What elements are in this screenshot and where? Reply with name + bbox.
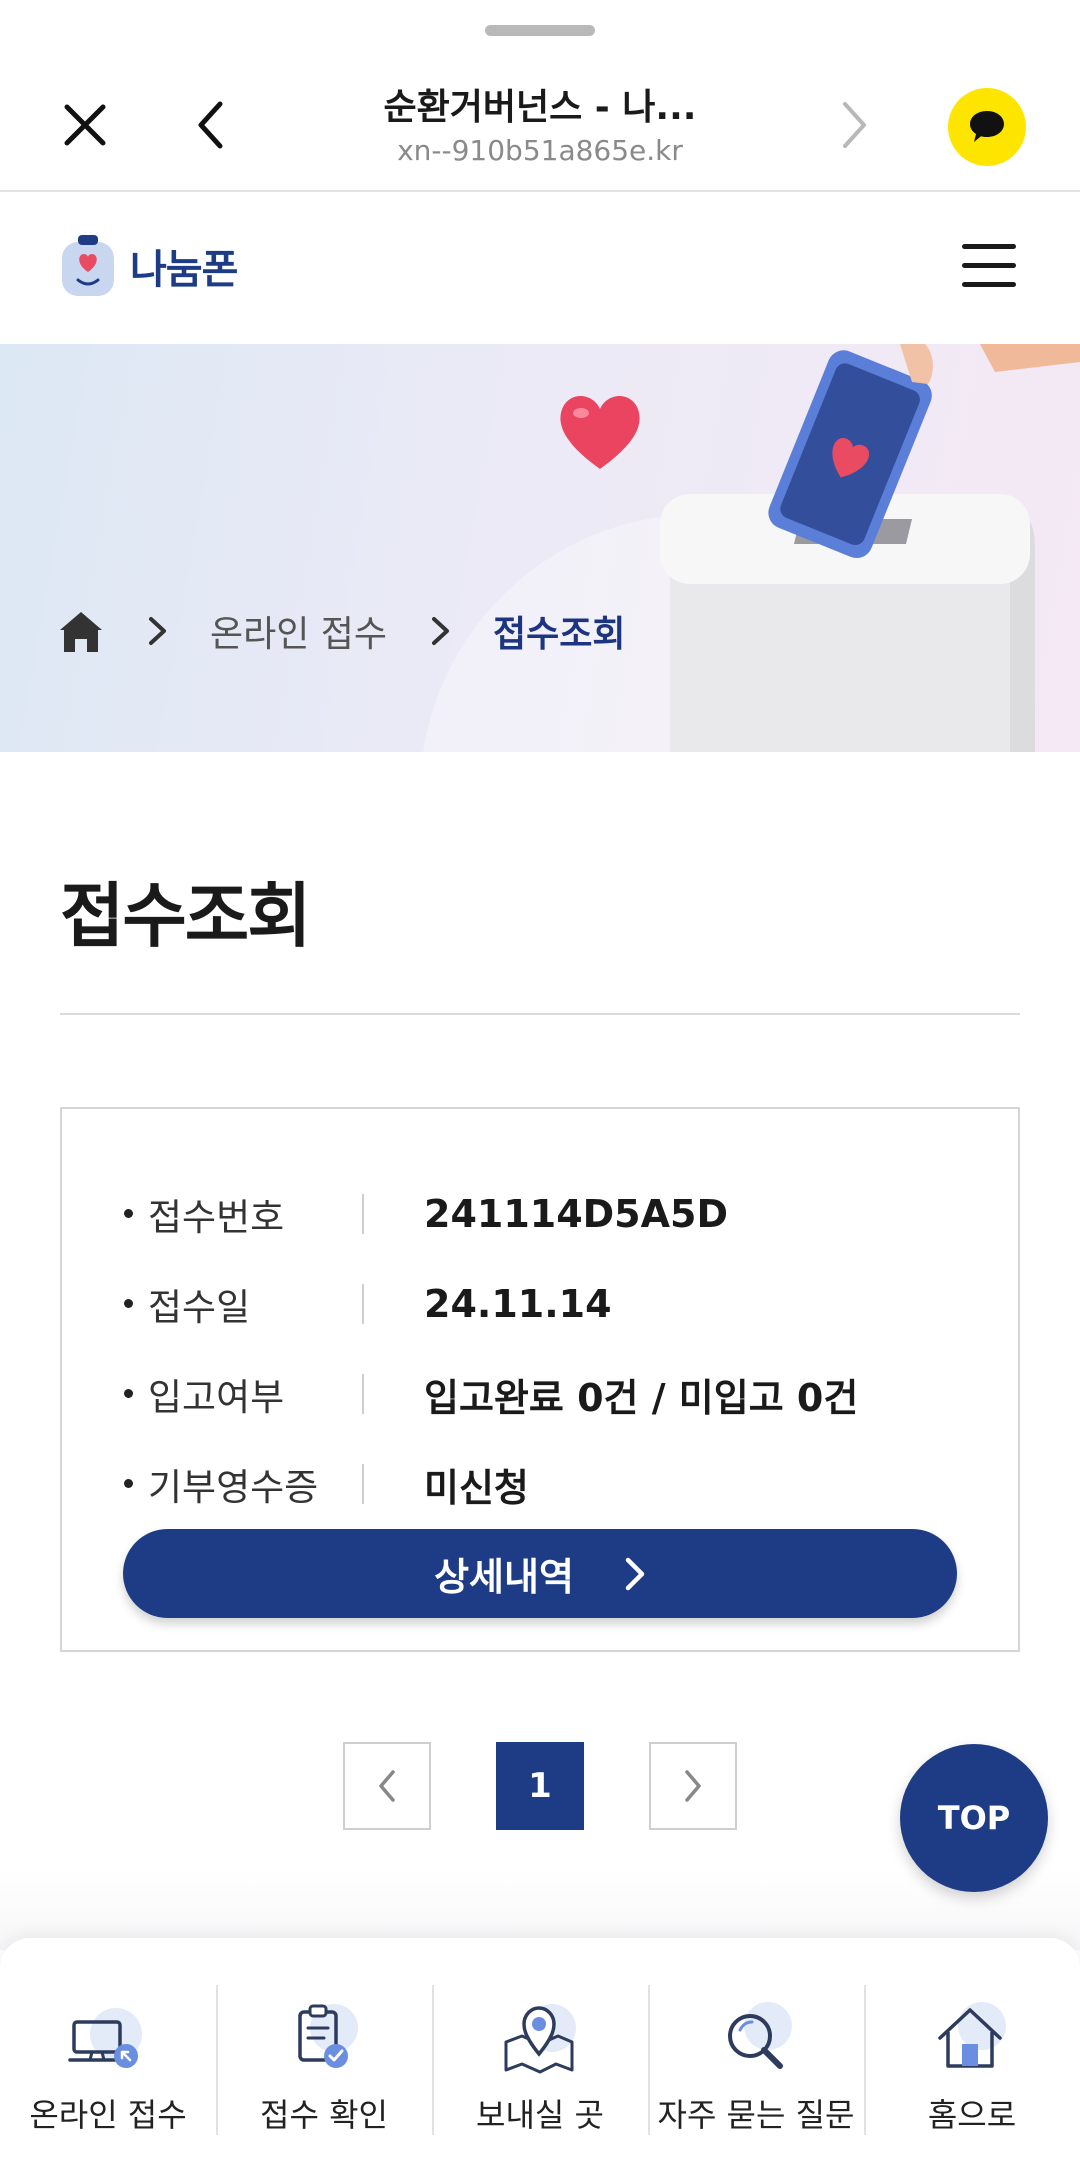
donation-box-illustration <box>660 344 1080 752</box>
nav-shipping-address[interactable]: 보내실 곳 <box>432 1938 648 2148</box>
detail-button[interactable]: 상세내역 <box>123 1529 957 1618</box>
detail-button-label: 상세내역 <box>434 1555 574 1599</box>
kakaotalk-share-button[interactable] <box>948 88 1026 166</box>
stock-status-value: 입고완료 0건 / 미입고 0건 <box>424 1375 859 1420</box>
info-label: 기부영수증 <box>122 1457 362 1511</box>
home-icon <box>938 2002 1006 2068</box>
donation-receipt-row: 기부영수증 미신청 <box>122 1454 982 1514</box>
nav-home[interactable]: 홈으로 <box>864 1938 1080 2148</box>
divider <box>362 1284 364 1324</box>
breadcrumb: 온라인 접수 접수조회 <box>58 606 626 656</box>
nav-label: 접수 확인 <box>260 2096 388 2134</box>
receipt-number-value: 241114D5A5D <box>424 1192 729 1236</box>
receipt-date-value: 24.11.14 <box>424 1282 612 1326</box>
heart-icon <box>560 395 640 469</box>
nav-check-submission[interactable]: 접수 확인 <box>216 1938 432 2148</box>
site-logo[interactable]: 나눔폰 <box>58 232 238 300</box>
browser-url[interactable]: xn--910b51a865e.kr <box>260 134 820 167</box>
info-label: 접수일 <box>122 1277 362 1331</box>
logo-mascot-icon <box>58 232 118 300</box>
stock-status-row: 입고여부 입고완료 0건 / 미입고 0건 <box>122 1364 982 1424</box>
breadcrumb-current: 접수조회 <box>493 614 626 655</box>
in-app-browser-bar: 순환거버넌스 - 나... xn--910b51a865e.kr <box>0 0 1080 192</box>
chevron-right-icon <box>432 617 450 645</box>
nav-label: 온라인 접수 <box>29 2096 187 2134</box>
divider <box>362 1374 364 1414</box>
home-icon[interactable] <box>58 608 104 654</box>
monitor-icon <box>68 2008 142 2068</box>
chevron-right-icon <box>685 1770 701 1802</box>
forward-icon[interactable] <box>820 90 890 160</box>
back-icon[interactable] <box>175 90 245 160</box>
divider <box>362 1464 364 1504</box>
nav-label: 홈으로 <box>927 2096 1017 2134</box>
nav-online-submit[interactable]: 온라인 접수 <box>0 1938 216 2148</box>
info-label: 입고여부 <box>122 1367 362 1421</box>
nav-faq[interactable]: 자주 묻는 질문 <box>648 1938 864 2148</box>
breadcrumb-parent[interactable]: 온라인 접수 <box>210 605 387 657</box>
browser-page-title: 순환거버넌스 - 나... <box>383 87 697 128</box>
bottom-nav: 온라인 접수 접수 확인 보내실 곳 자주 묻는 질문 홈으로 <box>0 1938 1080 2179</box>
chevron-right-icon <box>625 1557 645 1590</box>
menu-icon[interactable] <box>962 244 1018 288</box>
sheet-handle[interactable] <box>485 25 595 36</box>
logo-text: 나눔폰 <box>130 247 238 293</box>
receipt-number-row: 접수번호 241114D5A5D <box>122 1184 982 1244</box>
site-header: 나눔폰 <box>0 192 1080 344</box>
chevron-left-icon <box>379 1770 395 1802</box>
divider <box>362 1194 364 1234</box>
pagination-prev-button[interactable] <box>343 1742 431 1830</box>
hero-banner: 온라인 접수 접수조회 <box>0 344 1080 752</box>
page-title: 접수조회 <box>60 875 312 957</box>
info-label: 접수번호 <box>122 1187 362 1241</box>
chat-bubble-icon <box>970 111 1004 142</box>
close-icon[interactable] <box>50 90 120 160</box>
donation-receipt-value: 미신청 <box>424 1465 529 1510</box>
pagination-next-button[interactable] <box>649 1742 737 1830</box>
chevron-right-icon <box>149 617 166 645</box>
clipboard-check-icon <box>298 2004 358 2068</box>
nav-label: 보내실 곳 <box>476 2096 604 2134</box>
divider <box>60 1013 1020 1015</box>
pagination-page-1[interactable]: 1 <box>496 1742 584 1830</box>
map-pin-icon <box>504 2004 576 2074</box>
nav-label: 자주 묻는 질문 <box>657 2096 855 2134</box>
receipt-date-row: 접수일 24.11.14 <box>122 1274 982 1334</box>
scroll-top-button[interactable]: TOP <box>900 1744 1048 1892</box>
search-icon <box>728 2002 792 2069</box>
